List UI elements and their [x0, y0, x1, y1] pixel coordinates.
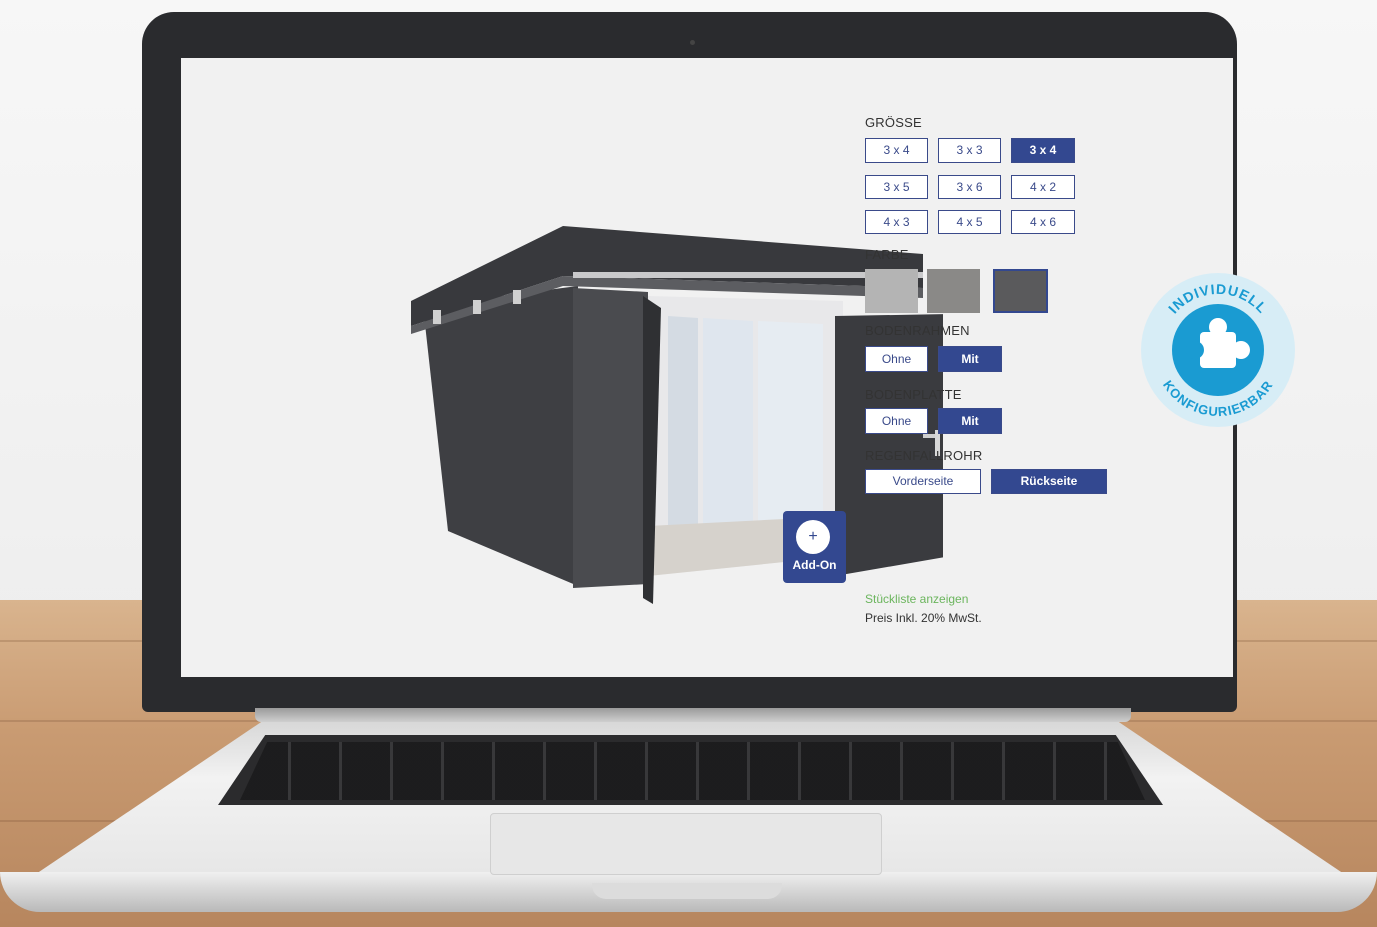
size-option-selected[interactable]: 3 x 4	[1011, 138, 1075, 163]
bodenplatte-mit-button[interactable]: Mit	[938, 408, 1002, 434]
size-option[interactable]: 4 x 3	[865, 210, 928, 234]
regenfallrohr-rueckseite-button[interactable]: Rückseite	[991, 469, 1107, 494]
bodenrahmen-ohne-button[interactable]: Ohne	[865, 346, 928, 372]
size-option[interactable]: 3 x 4	[865, 138, 928, 163]
laptop-notch	[592, 883, 782, 899]
keyboard-keys	[240, 742, 1145, 800]
size-option[interactable]: 3 x 6	[938, 175, 1001, 199]
farbe-label: FARBE	[865, 247, 909, 262]
screen: GRÖSSE 3 x 4 3 x 3 3 x 4 3 x 5 3 x 6 4 x…	[181, 58, 1233, 677]
individuell-konfigurierbar-badge: INDIVIDUELL KONFIGURIERBAR	[1141, 273, 1295, 427]
add-on-label: Add-On	[792, 558, 837, 572]
price-note: Preis Inkl. 20% MwSt.	[865, 611, 982, 625]
size-option[interactable]: 3 x 5	[865, 175, 928, 199]
bodenplatte-ohne-button[interactable]: Ohne	[865, 408, 928, 434]
groesse-label: GRÖSSE	[865, 115, 922, 130]
camera-icon	[690, 40, 695, 45]
size-option[interactable]: 4 x 6	[1011, 210, 1075, 234]
bodenplatte-label: BODENPLATTE	[865, 387, 962, 402]
bodenrahmen-mit-button[interactable]: Mit	[938, 346, 1002, 372]
bodenrahmen-label: BODENRAHMEN	[865, 323, 970, 338]
color-swatch-dark-grey-selected[interactable]	[993, 269, 1048, 313]
laptop-hinge	[255, 708, 1131, 722]
garden-shed-image	[411, 226, 943, 604]
trackpad	[490, 813, 882, 875]
stueckliste-link[interactable]: Stückliste anzeigen	[865, 592, 968, 606]
size-option[interactable]: 3 x 3	[938, 138, 1001, 163]
regenfallrohr-label: REGENFALLROHR	[865, 448, 983, 463]
color-swatch-light-grey[interactable]	[865, 269, 918, 313]
size-option[interactable]: 4 x 5	[938, 210, 1001, 234]
add-on-button[interactable]: + Add-On	[783, 511, 846, 583]
color-swatch-grey[interactable]	[927, 269, 980, 313]
plus-icon: +	[796, 520, 830, 554]
regenfallrohr-vorderseite-button[interactable]: Vorderseite	[865, 469, 981, 494]
size-option[interactable]: 4 x 2	[1011, 175, 1075, 199]
